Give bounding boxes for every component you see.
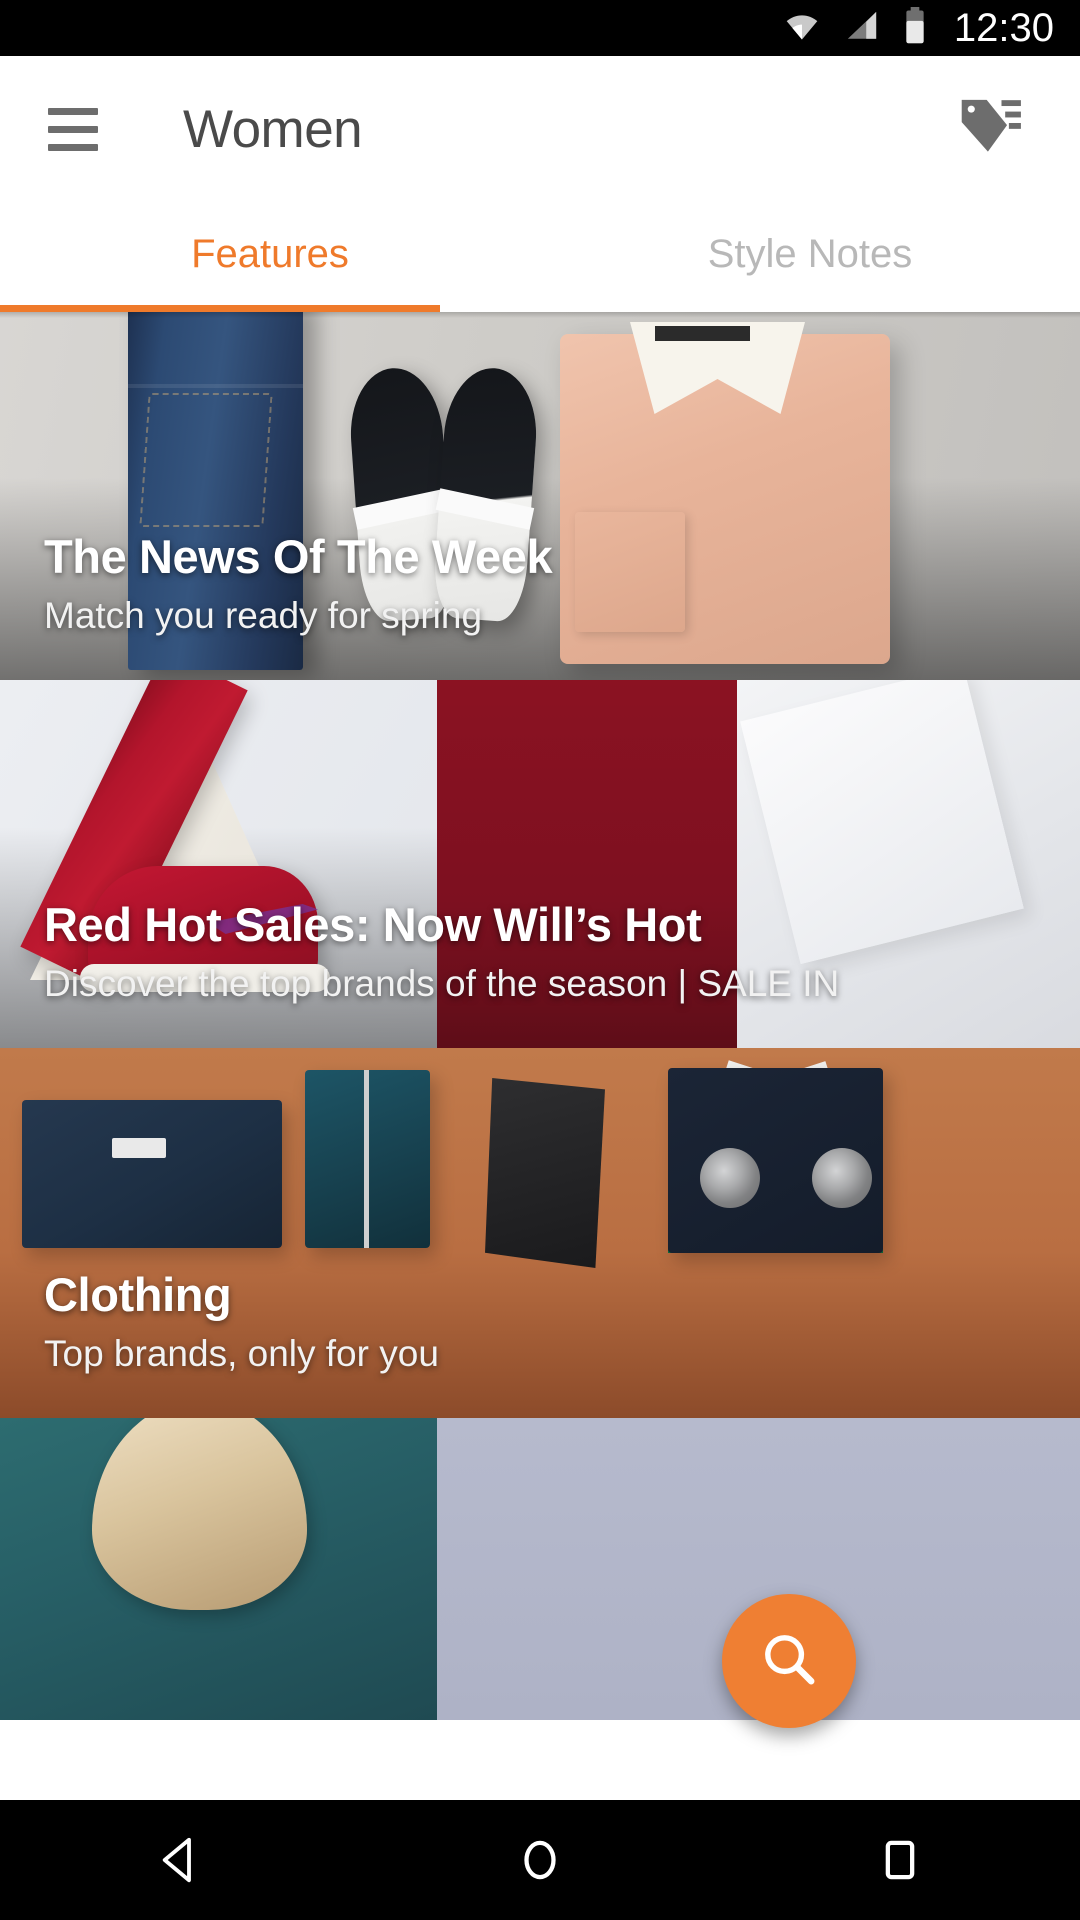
collar-tag-image <box>655 326 750 341</box>
back-triangle-icon[interactable] <box>120 1800 240 1920</box>
feed-card-partial[interactable] <box>0 1418 1080 1720</box>
feed-card[interactable]: The News Of The Week Match you ready for… <box>0 312 1080 680</box>
home-circle-icon[interactable] <box>480 1800 600 1920</box>
navy-sweater-image <box>22 1100 282 1248</box>
card-subtitle: Discover the top brands of the season | … <box>44 963 1040 1006</box>
card-title: Clothing <box>44 1269 1040 1322</box>
card-text-block: The News Of The Week Match you ready for… <box>44 531 1040 638</box>
status-bar: 12:30 <box>0 0 1080 56</box>
tab-active-indicator <box>0 305 440 312</box>
tab-features[interactable]: Features <box>0 202 540 312</box>
cellular-signal-icon <box>842 9 882 48</box>
app-screen: 12:30 Women Features Style Notes <box>0 0 1080 1920</box>
page-title: Women <box>183 99 362 160</box>
app-bar: Women <box>0 56 1080 202</box>
rose-motif-left <box>700 1148 760 1208</box>
system-navigation-bar <box>0 1800 1080 1920</box>
hamburger-line <box>48 126 98 133</box>
search-icon <box>758 1628 820 1695</box>
feed-card[interactable]: Red Hot Sales: Now Will’s Hot Discover t… <box>0 680 1080 1048</box>
card-image <box>0 1418 437 1720</box>
battery-icon <box>902 7 928 50</box>
card-text-block: Red Hot Sales: Now Will’s Hot Discover t… <box>44 899 1040 1006</box>
card-title: Red Hot Sales: Now Will’s Hot <box>44 899 1040 952</box>
hamburger-menu-icon[interactable] <box>48 108 98 151</box>
status-bar-clock: 12:30 <box>954 8 1054 48</box>
card-title: The News Of The Week <box>44 531 1040 584</box>
hamburger-line <box>48 144 98 151</box>
feed-list[interactable]: The News Of The Week Match you ready for… <box>0 312 1080 1720</box>
wifi-icon <box>782 9 822 48</box>
search-fab-button[interactable] <box>722 1594 856 1728</box>
feed-card[interactable]: Clothing Top brands, only for you <box>0 1048 1080 1418</box>
status-bar-icons <box>782 7 928 50</box>
model-portrait-image <box>92 1418 307 1610</box>
recents-square-icon[interactable] <box>840 1800 960 1920</box>
tab-style-notes[interactable]: Style Notes <box>540 202 1080 312</box>
card-subtitle: Match you ready for spring <box>44 595 1040 638</box>
card-subtitle: Top brands, only for you <box>44 1333 1040 1376</box>
teal-vest-image <box>305 1070 430 1248</box>
tag-icon[interactable] <box>954 90 1028 169</box>
card-text-block: Clothing Top brands, only for you <box>44 1269 1040 1376</box>
rose-motif-right <box>812 1148 872 1208</box>
leather-skirt-image <box>485 1078 605 1268</box>
hamburger-line <box>48 108 98 115</box>
tab-bar: Features Style Notes <box>0 202 1080 312</box>
